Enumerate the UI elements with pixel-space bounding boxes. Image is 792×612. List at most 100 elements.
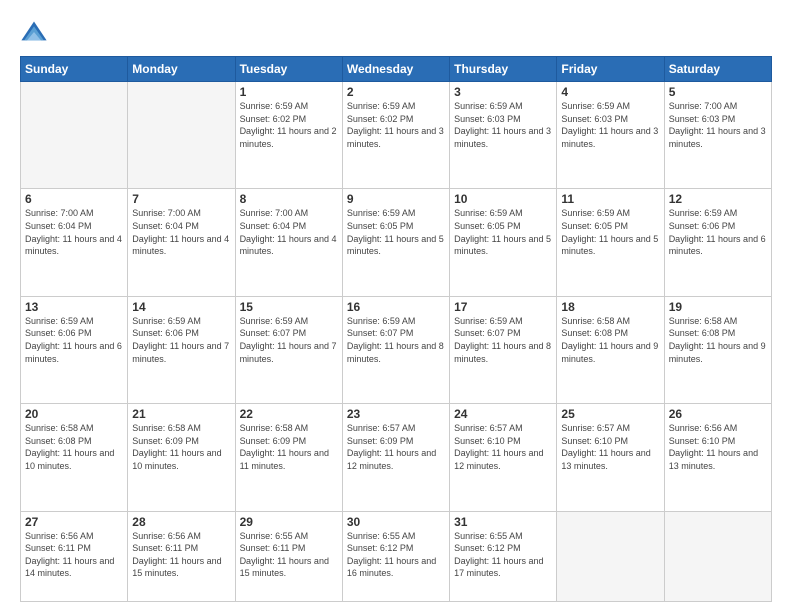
calendar-header-row: SundayMondayTuesdayWednesdayThursdayFrid… <box>21 57 772 82</box>
day-number: 3 <box>454 85 552 99</box>
calendar-cell: 9Sunrise: 6:59 AMSunset: 6:05 PMDaylight… <box>342 189 449 296</box>
day-detail: Sunrise: 6:59 AMSunset: 6:06 PMDaylight:… <box>669 207 767 257</box>
day-detail: Sunrise: 6:59 AMSunset: 6:06 PMDaylight:… <box>25 315 123 365</box>
calendar-cell: 16Sunrise: 6:59 AMSunset: 6:07 PMDayligh… <box>342 296 449 403</box>
calendar-cell: 1Sunrise: 6:59 AMSunset: 6:02 PMDaylight… <box>235 82 342 189</box>
day-number: 11 <box>561 192 659 206</box>
day-number: 22 <box>240 407 338 421</box>
day-detail: Sunrise: 6:59 AMSunset: 6:02 PMDaylight:… <box>240 100 338 150</box>
day-number: 18 <box>561 300 659 314</box>
day-number: 13 <box>25 300 123 314</box>
calendar-cell: 5Sunrise: 7:00 AMSunset: 6:03 PMDaylight… <box>664 82 771 189</box>
day-detail: Sunrise: 6:59 AMSunset: 6:06 PMDaylight:… <box>132 315 230 365</box>
day-number: 19 <box>669 300 767 314</box>
day-number: 30 <box>347 515 445 529</box>
day-number: 8 <box>240 192 338 206</box>
day-detail: Sunrise: 6:55 AMSunset: 6:12 PMDaylight:… <box>454 530 552 580</box>
calendar-cell: 15Sunrise: 6:59 AMSunset: 6:07 PMDayligh… <box>235 296 342 403</box>
day-number: 15 <box>240 300 338 314</box>
calendar-header-tuesday: Tuesday <box>235 57 342 82</box>
calendar-cell: 2Sunrise: 6:59 AMSunset: 6:02 PMDaylight… <box>342 82 449 189</box>
calendar-header-monday: Monday <box>128 57 235 82</box>
day-detail: Sunrise: 6:55 AMSunset: 6:11 PMDaylight:… <box>240 530 338 580</box>
calendar-cell: 26Sunrise: 6:56 AMSunset: 6:10 PMDayligh… <box>664 404 771 511</box>
day-number: 2 <box>347 85 445 99</box>
day-number: 29 <box>240 515 338 529</box>
calendar-cell: 27Sunrise: 6:56 AMSunset: 6:11 PMDayligh… <box>21 511 128 601</box>
calendar-cell: 20Sunrise: 6:58 AMSunset: 6:08 PMDayligh… <box>21 404 128 511</box>
day-detail: Sunrise: 6:58 AMSunset: 6:08 PMDaylight:… <box>669 315 767 365</box>
day-detail: Sunrise: 6:59 AMSunset: 6:05 PMDaylight:… <box>454 207 552 257</box>
day-detail: Sunrise: 6:58 AMSunset: 6:09 PMDaylight:… <box>132 422 230 472</box>
calendar-cell: 21Sunrise: 6:58 AMSunset: 6:09 PMDayligh… <box>128 404 235 511</box>
day-number: 21 <box>132 407 230 421</box>
day-number: 16 <box>347 300 445 314</box>
day-number: 5 <box>669 85 767 99</box>
calendar-cell <box>21 82 128 189</box>
day-number: 12 <box>669 192 767 206</box>
day-detail: Sunrise: 6:59 AMSunset: 6:07 PMDaylight:… <box>240 315 338 365</box>
day-detail: Sunrise: 7:00 AMSunset: 6:04 PMDaylight:… <box>240 207 338 257</box>
calendar-header-friday: Friday <box>557 57 664 82</box>
day-detail: Sunrise: 6:58 AMSunset: 6:08 PMDaylight:… <box>25 422 123 472</box>
day-number: 24 <box>454 407 552 421</box>
day-detail: Sunrise: 6:56 AMSunset: 6:10 PMDaylight:… <box>669 422 767 472</box>
day-number: 26 <box>669 407 767 421</box>
calendar-cell: 31Sunrise: 6:55 AMSunset: 6:12 PMDayligh… <box>450 511 557 601</box>
calendar-cell: 13Sunrise: 6:59 AMSunset: 6:06 PMDayligh… <box>21 296 128 403</box>
calendar-cell: 7Sunrise: 7:00 AMSunset: 6:04 PMDaylight… <box>128 189 235 296</box>
calendar-cell: 3Sunrise: 6:59 AMSunset: 6:03 PMDaylight… <box>450 82 557 189</box>
day-number: 31 <box>454 515 552 529</box>
page: SundayMondayTuesdayWednesdayThursdayFrid… <box>0 0 792 612</box>
day-detail: Sunrise: 6:56 AMSunset: 6:11 PMDaylight:… <box>132 530 230 580</box>
day-number: 4 <box>561 85 659 99</box>
calendar-cell: 25Sunrise: 6:57 AMSunset: 6:10 PMDayligh… <box>557 404 664 511</box>
calendar-cell: 18Sunrise: 6:58 AMSunset: 6:08 PMDayligh… <box>557 296 664 403</box>
day-number: 14 <box>132 300 230 314</box>
calendar-header-sunday: Sunday <box>21 57 128 82</box>
day-number: 17 <box>454 300 552 314</box>
calendar-cell: 24Sunrise: 6:57 AMSunset: 6:10 PMDayligh… <box>450 404 557 511</box>
calendar-table: SundayMondayTuesdayWednesdayThursdayFrid… <box>20 56 772 602</box>
day-detail: Sunrise: 6:58 AMSunset: 6:09 PMDaylight:… <box>240 422 338 472</box>
calendar-cell: 30Sunrise: 6:55 AMSunset: 6:12 PMDayligh… <box>342 511 449 601</box>
day-detail: Sunrise: 6:58 AMSunset: 6:08 PMDaylight:… <box>561 315 659 365</box>
day-number: 23 <box>347 407 445 421</box>
calendar-cell: 10Sunrise: 6:59 AMSunset: 6:05 PMDayligh… <box>450 189 557 296</box>
day-number: 20 <box>25 407 123 421</box>
day-detail: Sunrise: 6:57 AMSunset: 6:10 PMDaylight:… <box>561 422 659 472</box>
day-number: 9 <box>347 192 445 206</box>
day-number: 25 <box>561 407 659 421</box>
calendar-cell: 29Sunrise: 6:55 AMSunset: 6:11 PMDayligh… <box>235 511 342 601</box>
day-number: 6 <box>25 192 123 206</box>
day-number: 1 <box>240 85 338 99</box>
day-detail: Sunrise: 6:59 AMSunset: 6:07 PMDaylight:… <box>347 315 445 365</box>
day-detail: Sunrise: 6:59 AMSunset: 6:03 PMDaylight:… <box>561 100 659 150</box>
day-number: 28 <box>132 515 230 529</box>
logo <box>20 18 52 46</box>
day-detail: Sunrise: 7:00 AMSunset: 6:03 PMDaylight:… <box>669 100 767 150</box>
day-number: 7 <box>132 192 230 206</box>
calendar-cell: 19Sunrise: 6:58 AMSunset: 6:08 PMDayligh… <box>664 296 771 403</box>
calendar-header-thursday: Thursday <box>450 57 557 82</box>
day-detail: Sunrise: 7:00 AMSunset: 6:04 PMDaylight:… <box>132 207 230 257</box>
week-row-2: 6Sunrise: 7:00 AMSunset: 6:04 PMDaylight… <box>21 189 772 296</box>
week-row-5: 27Sunrise: 6:56 AMSunset: 6:11 PMDayligh… <box>21 511 772 601</box>
calendar-cell <box>664 511 771 601</box>
calendar-cell: 12Sunrise: 6:59 AMSunset: 6:06 PMDayligh… <box>664 189 771 296</box>
week-row-3: 13Sunrise: 6:59 AMSunset: 6:06 PMDayligh… <box>21 296 772 403</box>
day-detail: Sunrise: 7:00 AMSunset: 6:04 PMDaylight:… <box>25 207 123 257</box>
calendar-cell <box>128 82 235 189</box>
day-detail: Sunrise: 6:59 AMSunset: 6:03 PMDaylight:… <box>454 100 552 150</box>
calendar-cell: 14Sunrise: 6:59 AMSunset: 6:06 PMDayligh… <box>128 296 235 403</box>
day-detail: Sunrise: 6:57 AMSunset: 6:09 PMDaylight:… <box>347 422 445 472</box>
day-detail: Sunrise: 6:59 AMSunset: 6:05 PMDaylight:… <box>347 207 445 257</box>
logo-icon <box>20 18 48 46</box>
calendar-cell <box>557 511 664 601</box>
calendar-header-wednesday: Wednesday <box>342 57 449 82</box>
day-detail: Sunrise: 6:55 AMSunset: 6:12 PMDaylight:… <box>347 530 445 580</box>
calendar-cell: 8Sunrise: 7:00 AMSunset: 6:04 PMDaylight… <box>235 189 342 296</box>
calendar-header-saturday: Saturday <box>664 57 771 82</box>
calendar-cell: 17Sunrise: 6:59 AMSunset: 6:07 PMDayligh… <box>450 296 557 403</box>
header <box>20 18 772 46</box>
